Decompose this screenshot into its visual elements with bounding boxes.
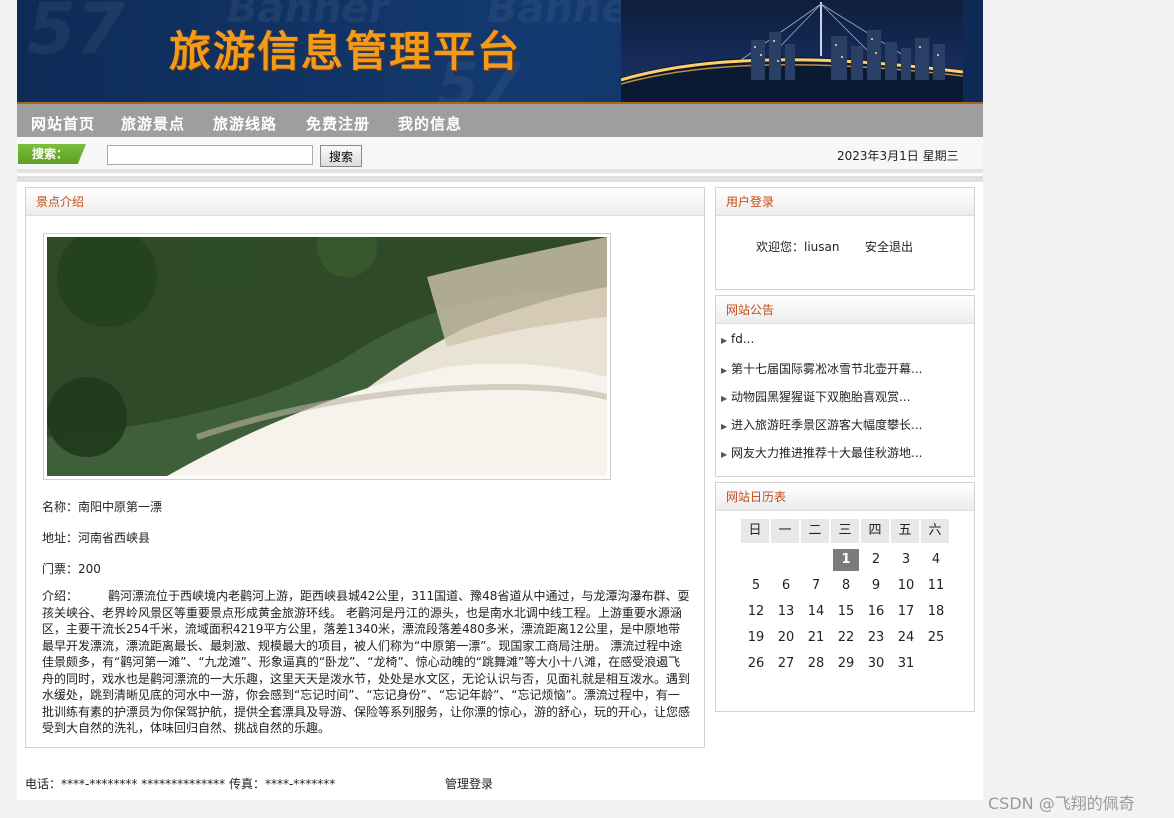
calendar-empty-cell bbox=[741, 547, 771, 573]
arrow-icon: ▶ bbox=[721, 422, 728, 431]
notice-panel-title: 网站公告 bbox=[716, 296, 974, 324]
login-panel: 用户登录 欢迎您：liusan 安全退出 bbox=[715, 187, 975, 290]
arrow-icon: ▶ bbox=[721, 336, 728, 345]
notice-item[interactable]: ▶ 网友大力推进推荐十大最佳秋游地... bbox=[716, 444, 974, 472]
notice-item[interactable]: ▶ 进入旅游旺季景区游客大幅度攀长... bbox=[716, 416, 974, 444]
calendar-weekday: 六 bbox=[921, 519, 951, 543]
calendar-day[interactable]: 25 bbox=[921, 625, 951, 651]
calendar-weekday: 一 bbox=[771, 519, 801, 543]
calendar-day[interactable]: 24 bbox=[891, 625, 921, 651]
search-label: 搜索： bbox=[18, 144, 86, 164]
main-nav: 网站首页 旅游景点 旅游线路 免费注册 我的信息 bbox=[17, 104, 983, 137]
divider bbox=[17, 176, 983, 182]
nav-register[interactable]: 免费注册 bbox=[306, 113, 370, 134]
calendar-day[interactable]: 11 bbox=[921, 573, 951, 599]
calendar-day[interactable]: 21 bbox=[801, 625, 831, 651]
attraction-address: 地址：河南省西峡县 bbox=[42, 531, 151, 545]
calendar-day[interactable]: 27 bbox=[771, 651, 801, 677]
footer: 电话：****-******** ************** 传真：****-… bbox=[25, 775, 493, 792]
calendar-empty-cell bbox=[921, 651, 951, 677]
calendar-day[interactable]: 1 bbox=[833, 549, 859, 571]
calendar-weekday: 五 bbox=[891, 519, 921, 543]
calendar-weekday-row: 日一二三四五六 bbox=[741, 519, 951, 543]
calendar-day[interactable]: 15 bbox=[831, 599, 861, 625]
calendar-day[interactable]: 13 bbox=[771, 599, 801, 625]
calendar-weekday: 二 bbox=[801, 519, 831, 543]
attraction-name: 名称：南阳中原第一漂 bbox=[42, 500, 163, 514]
attraction-panel-title: 景点介绍 bbox=[26, 188, 704, 216]
calendar-day[interactable]: 20 bbox=[771, 625, 801, 651]
notice-list: ▶ fd... ▶ 第十七届国际雾凇冰雪节北壶开幕... ▶ 动物园黑猩猩诞下双胞胎喜… bbox=[716, 332, 974, 472]
nav-my-info[interactable]: 我的信息 bbox=[398, 113, 462, 134]
calendar-day[interactable]: 22 bbox=[831, 625, 861, 651]
calendar-day[interactable]: 12 bbox=[741, 599, 771, 625]
arrow-icon: ▶ bbox=[721, 394, 728, 403]
calendar-day[interactable]: 28 bbox=[801, 651, 831, 677]
watermark: CSDN @飞翔的佩奇 bbox=[988, 794, 1135, 813]
nav-routes[interactable]: 旅游线路 bbox=[213, 113, 277, 134]
attraction-intro: 介绍： 鹳河漂流位于西峡境内老鹳河上游，距西峡县城42公里，311国道、豫48省… bbox=[42, 589, 691, 735]
footer-contact: 电话：****-******** ************** 传真：****-… bbox=[25, 777, 336, 791]
calendar-day[interactable]: 23 bbox=[861, 625, 891, 651]
calendar-week-row: 1234 bbox=[741, 547, 951, 573]
current-date: 2023年3月1日 星期三 bbox=[837, 149, 959, 163]
attraction-photo-frame bbox=[43, 233, 611, 480]
calendar-day[interactable]: 5 bbox=[741, 573, 771, 599]
calendar-panel-title: 网站日历表 bbox=[716, 483, 974, 511]
calendar-weekday: 三 bbox=[831, 519, 861, 543]
calendar-week-row: 19 20 21 22 23 24 25 bbox=[741, 625, 951, 651]
calendar-day[interactable]: 4 bbox=[921, 547, 951, 573]
calendar-empty-cell bbox=[771, 547, 801, 573]
city-bridge-image bbox=[621, 0, 963, 102]
logout-link[interactable]: 安全退出 bbox=[865, 238, 913, 255]
calendar-day[interactable]: 30 bbox=[861, 651, 891, 677]
calendar-day[interactable]: 8 bbox=[831, 573, 861, 599]
page: 57 Banner Banner 57 旅游信息管理平台 网站首页 旅游景点 旅… bbox=[17, 0, 983, 800]
calendar-empty-cell bbox=[801, 547, 831, 573]
calendar-panel: 网站日历表 日一二三四五六 1 2 3 4 5 6 7 8 9 10 11 12 13 14 15 16 17 18… bbox=[715, 482, 975, 712]
site-title: 旅游信息管理平台 bbox=[169, 27, 522, 76]
calendar-day[interactable]: 31 bbox=[891, 651, 921, 677]
calendar-day[interactable]: 9 bbox=[861, 573, 891, 599]
nav-home[interactable]: 网站首页 bbox=[31, 113, 95, 134]
search-bar: 搜索： 搜索 2023年3月1日 星期三 bbox=[17, 137, 983, 173]
banner: 57 Banner Banner 57 旅游信息管理平台 bbox=[17, 0, 983, 104]
calendar-grid: 日一二三四五六 1 2 3 4 5 6 7 8 9 10 11 12 13 14 15 16 17 18 19 20 21… bbox=[741, 519, 951, 677]
attraction-panel: 景点介绍 名称：南阳中原第一漂 地址：河南省西峡县 门票：200 介绍： 鹳河漂… bbox=[25, 187, 705, 748]
notice-item[interactable]: ▶ fd... bbox=[716, 332, 974, 360]
login-panel-title: 用户登录 bbox=[716, 188, 974, 216]
search-button[interactable]: 搜索 bbox=[320, 145, 362, 167]
attraction-photo bbox=[47, 237, 607, 476]
search-input[interactable] bbox=[107, 145, 313, 165]
welcome-text: 欢迎您：liusan bbox=[756, 240, 840, 254]
calendar-day[interactable]: 14 bbox=[801, 599, 831, 625]
calendar-day[interactable]: 7 bbox=[801, 573, 831, 599]
calendar-day[interactable]: 29 bbox=[831, 651, 861, 677]
attraction-ticket: 门票：200 bbox=[42, 562, 101, 576]
notice-item[interactable]: ▶ 第十七届国际雾凇冰雪节北壶开幕... bbox=[716, 360, 974, 388]
calendar-day[interactable]: 19 bbox=[741, 625, 771, 651]
calendar-week-row: 5 6 7 8 9 10 11 bbox=[741, 573, 951, 599]
calendar-day[interactable]: 16 bbox=[861, 599, 891, 625]
calendar-day[interactable]: 3 bbox=[891, 547, 921, 573]
notice-item[interactable]: ▶ 动物园黑猩猩诞下双胞胎喜观赏... bbox=[716, 388, 974, 416]
calendar-day[interactable]: 2 bbox=[861, 547, 891, 573]
calendar-day[interactable]: 17 bbox=[891, 599, 921, 625]
calendar-day[interactable]: 10 bbox=[891, 573, 921, 599]
calendar-day[interactable]: 18 bbox=[921, 599, 951, 625]
admin-login-link[interactable]: 管理登录 bbox=[445, 775, 493, 792]
calendar-week-row: 26 27 28 29 30 31 bbox=[741, 651, 951, 677]
arrow-icon: ▶ bbox=[721, 366, 728, 375]
calendar-week-row: 12 13 14 15 16 17 18 bbox=[741, 599, 951, 625]
calendar-day[interactable]: 6 bbox=[771, 573, 801, 599]
arrow-icon: ▶ bbox=[721, 450, 728, 459]
notice-panel: 网站公告 ▶ fd... ▶ 第十七届国际雾凇冰雪节北壶开幕... ▶ 动物园黑猩猩诞… bbox=[715, 295, 975, 477]
calendar-day[interactable]: 26 bbox=[741, 651, 771, 677]
nav-attractions[interactable]: 旅游景点 bbox=[121, 113, 185, 134]
calendar-weekday: 日 bbox=[741, 519, 771, 543]
calendar-weekday: 四 bbox=[861, 519, 891, 543]
